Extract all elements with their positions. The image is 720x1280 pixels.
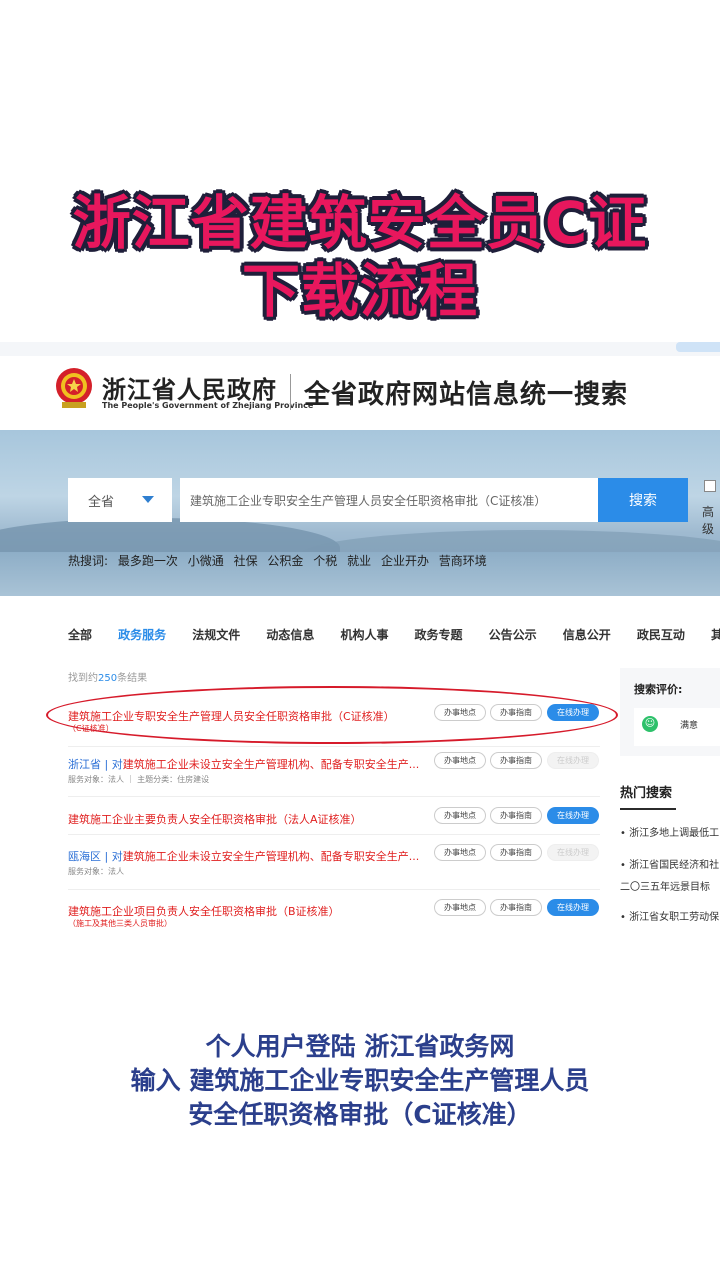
hot-term-link[interactable]: 公积金: [267, 554, 303, 568]
location-button[interactable]: 办事地点: [434, 807, 486, 824]
tab-all[interactable]: 全部: [68, 626, 92, 643]
result-title-link[interactable]: 浙江省 | 对建筑施工企业未设立安全生产管理机构、配备专职安全生产...: [68, 756, 419, 772]
hot-search-underline: [620, 808, 676, 810]
hot-search-text: 二〇三五年远景目标: [620, 882, 710, 893]
result-sub: 服务对象：法人: [68, 867, 124, 876]
result-count-prefix: 找到约: [68, 673, 98, 684]
result-region: 浙江省 | 对: [68, 758, 123, 771]
location-button[interactable]: 办事地点: [434, 844, 486, 861]
tab-news[interactable]: 动态信息: [266, 626, 314, 643]
tab-other[interactable]: 其他: [711, 626, 720, 643]
divider: [68, 889, 600, 890]
satisfied-label: 满意: [680, 721, 699, 731]
tab-personnel[interactable]: 机构人事: [340, 626, 388, 643]
gov-name-cn: 浙江省人民政府: [102, 375, 277, 404]
scope-select[interactable]: 全省: [68, 478, 172, 522]
online-apply-button[interactable]: 在线办理: [547, 844, 599, 861]
tab-services[interactable]: 政务服务: [118, 626, 166, 643]
result-title-link[interactable]: 建筑施工企业主要负责人安全任职资格审批（法人A证核准）: [68, 811, 362, 827]
hot-search-text: 浙江多地上调最低工: [629, 828, 720, 839]
hot-search-title: 热门搜索: [620, 786, 673, 801]
search-banner: 全省 搜索 高级 热搜词: 最多跑一次 小微通 社保 公积金 个税 就业 企业开…: [0, 430, 720, 596]
result-sub: 服务对象：法人 ｜ 主题分类：住房建设: [68, 775, 210, 784]
site-header: 浙江省人民政府 The People's Government of Zheji…: [0, 356, 720, 430]
hot-search-text: 浙江省女职工劳动保: [629, 912, 720, 923]
tab-interaction[interactable]: 政民互动: [637, 626, 685, 643]
hot-term-link[interactable]: 企业开办: [381, 554, 429, 568]
result-title-link[interactable]: 建筑施工企业项目负责人安全任职资格审批（B证核准）: [68, 903, 340, 919]
hot-search-item[interactable]: • 浙江省国民经济和社: [620, 856, 719, 871]
guide-button[interactable]: 办事指南: [490, 844, 542, 861]
online-apply-button[interactable]: 在线办理: [547, 899, 599, 916]
divider: [68, 796, 600, 797]
top-strip: [0, 342, 720, 356]
hot-term-link[interactable]: 就业: [347, 554, 371, 568]
smile-icon[interactable]: ☺: [642, 716, 658, 732]
result-count-number: 250: [98, 673, 118, 684]
tab-notices[interactable]: 公告公示: [489, 626, 537, 643]
result-sub: （施工及其他三类人员审批）: [68, 919, 172, 928]
website-screenshot: 浙江省人民政府 The People's Government of Zheji…: [0, 342, 720, 942]
search-eval-label: 搜索评价:: [634, 683, 683, 696]
header-divider: [290, 374, 291, 410]
hot-term-link[interactable]: 小微通: [188, 554, 224, 568]
result-region: 瓯海区 | 对: [68, 850, 123, 863]
location-button[interactable]: 办事地点: [434, 752, 486, 769]
result-title-link[interactable]: 瓯海区 | 对建筑施工企业未设立安全生产管理机构、配备专职安全生产...: [68, 848, 419, 864]
search-button[interactable]: 搜索: [598, 478, 688, 522]
search-input[interactable]: [180, 478, 598, 522]
top-tag: [676, 342, 720, 352]
hot-terms-label: 热搜词:: [68, 554, 109, 568]
video-title-line2: 下载流程: [241, 257, 478, 325]
hot-search-text: 浙江省国民经济和社: [629, 860, 720, 871]
advanced-checkbox[interactable]: [704, 480, 716, 492]
guide-button[interactable]: 办事指南: [490, 807, 542, 824]
hot-search-item[interactable]: • 浙江省女职工劳动保: [620, 908, 719, 923]
location-button[interactable]: 办事地点: [434, 899, 486, 916]
divider: [68, 746, 600, 747]
guide-button[interactable]: 办事指南: [490, 752, 542, 769]
hot-terms-row: 热搜词: 最多跑一次 小微通 社保 公积金 个税 就业 企业开办 营商环境: [68, 552, 493, 569]
hot-search-item[interactable]: • 浙江多地上调最低工: [620, 824, 719, 839]
hot-term-link[interactable]: 最多跑一次: [118, 554, 178, 568]
result-title-text: 建筑施工企业未设立安全生产管理机构、配备专职安全生产...: [122, 850, 420, 863]
site-title: 全省政府网站信息统一搜索: [304, 380, 629, 410]
gov-name-en: The People's Government of Zhejiang Prov…: [102, 401, 314, 410]
hot-term-link[interactable]: 营商环境: [439, 554, 487, 568]
hot-search-item[interactable]: 二〇三五年远景目标: [620, 878, 710, 893]
tab-topics[interactable]: 政务专题: [415, 626, 463, 643]
caption-line2: 输入 建筑施工企业专职安全生产管理人员: [130, 1066, 590, 1095]
result-count: 找到约250条结果: [68, 669, 147, 684]
advanced-label: 高级: [702, 505, 715, 536]
caption-line1: 个人用户登陆 浙江省政务网: [205, 1032, 515, 1061]
search-eval-card: 搜索评价: ☺ 满意: [620, 668, 720, 756]
divider: [68, 834, 600, 835]
scope-select-label: 全省: [88, 495, 115, 510]
hot-term-link[interactable]: 社保: [234, 554, 258, 568]
category-tabs: 全部 政务服务 法规文件 动态信息 机构人事 政务专题 公告公示 信息公开 政民…: [68, 624, 720, 643]
guide-button[interactable]: 办事指南: [490, 899, 542, 916]
result-title-text: 建筑施工企业未设立安全生产管理机构、配备专职安全生产...: [122, 758, 420, 771]
tab-regulations[interactable]: 法规文件: [192, 626, 240, 643]
result-count-suffix: 条结果: [117, 673, 148, 684]
tab-disclosure[interactable]: 信息公开: [563, 626, 611, 643]
online-apply-button[interactable]: 在线办理: [547, 752, 599, 769]
national-emblem-icon: [56, 368, 92, 408]
online-apply-button[interactable]: 在线办理: [547, 807, 599, 824]
caption-line3: 安全任职资格审批（C证核准）: [188, 1100, 532, 1129]
chevron-down-icon: [142, 496, 154, 503]
video-title-line1: 浙江省建筑安全员C证: [72, 189, 648, 257]
hot-term-link[interactable]: 个税: [313, 554, 337, 568]
highlight-oval: [46, 686, 618, 744]
